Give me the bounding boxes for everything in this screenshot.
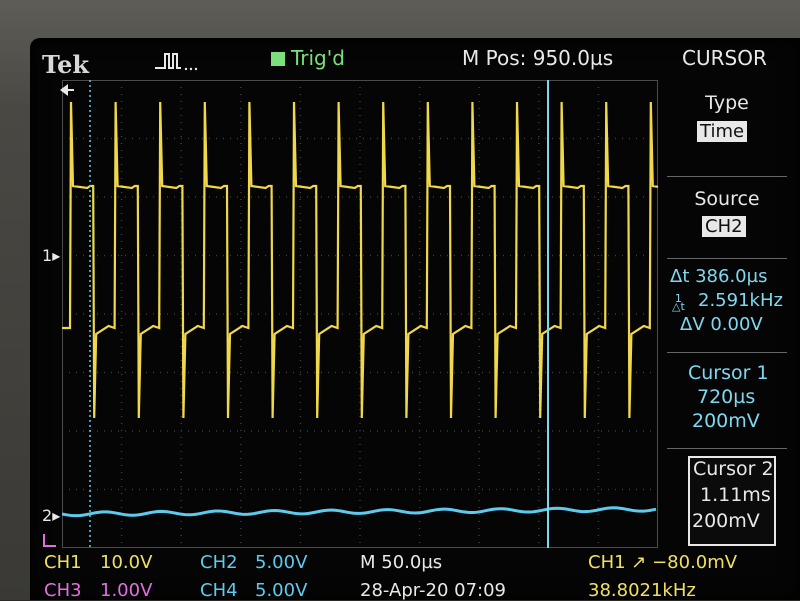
inv-delta-icon: 1 △t [672,291,685,313]
trigger-frequency: 38.8021kHz [588,580,696,601]
trigger-icon [271,52,285,66]
source-value-button[interactable]: CH2 [702,216,746,237]
ch4-label: CH4 [200,580,238,601]
menu-divider [667,258,787,259]
delta-time-readout: Δt 386.0µs [670,266,768,287]
trigger-status: Trig'd [291,46,345,70]
frequency-readout: 2.591kHz [698,290,783,311]
menu-divider [667,448,787,449]
arrow-left-icon [60,84,74,96]
ch3-scale: 1.00V [100,580,153,601]
source-label: Source [694,188,760,210]
delta-voltage-readout: ΔV 0.00V [680,314,763,335]
ch3-label: CH3 [44,580,82,601]
cursor2-label: Cursor 2 [693,458,774,480]
waveform-display [62,80,658,548]
brand-logo: Tek [42,50,90,79]
cursor1-voltage: 200mV [692,410,760,432]
pulse-icon [155,53,198,71]
horizontal-position: M Pos: 950.0µs [462,46,614,70]
ch2-scale: 5.00V [255,552,308,573]
menu-title: CURSOR [682,46,767,70]
type-value-button[interactable]: Time [697,121,748,142]
cursor2-voltage: 200mV [692,510,760,532]
type-label: Type [705,92,749,114]
timebase: M 50.0µs [360,552,443,573]
ch2-label: CH2 [200,552,238,573]
ground-marker-icon [43,534,56,547]
menu-divider [667,176,787,177]
graticule [62,80,658,548]
cursor1-label: Cursor 1 [688,362,769,384]
ch2-ground-marker: 2▸ [42,506,61,525]
ch1-ground-marker: 1▸ [42,246,61,265]
ch2-waveform [62,506,657,518]
cursor2-time: 1.11ms [700,484,771,506]
menu-divider [667,352,787,353]
ch1-waveform [62,101,658,419]
datetime: 28-Apr-20 07:09 [360,580,506,601]
ch1-scale: 10.0V [100,552,153,573]
trigger-readout: CH1 ↗ −80.0mV [588,552,738,573]
cursor1-time: 720µs [697,386,756,408]
ch4-scale: 5.00V [255,580,308,601]
ch1-label: CH1 [44,552,82,573]
